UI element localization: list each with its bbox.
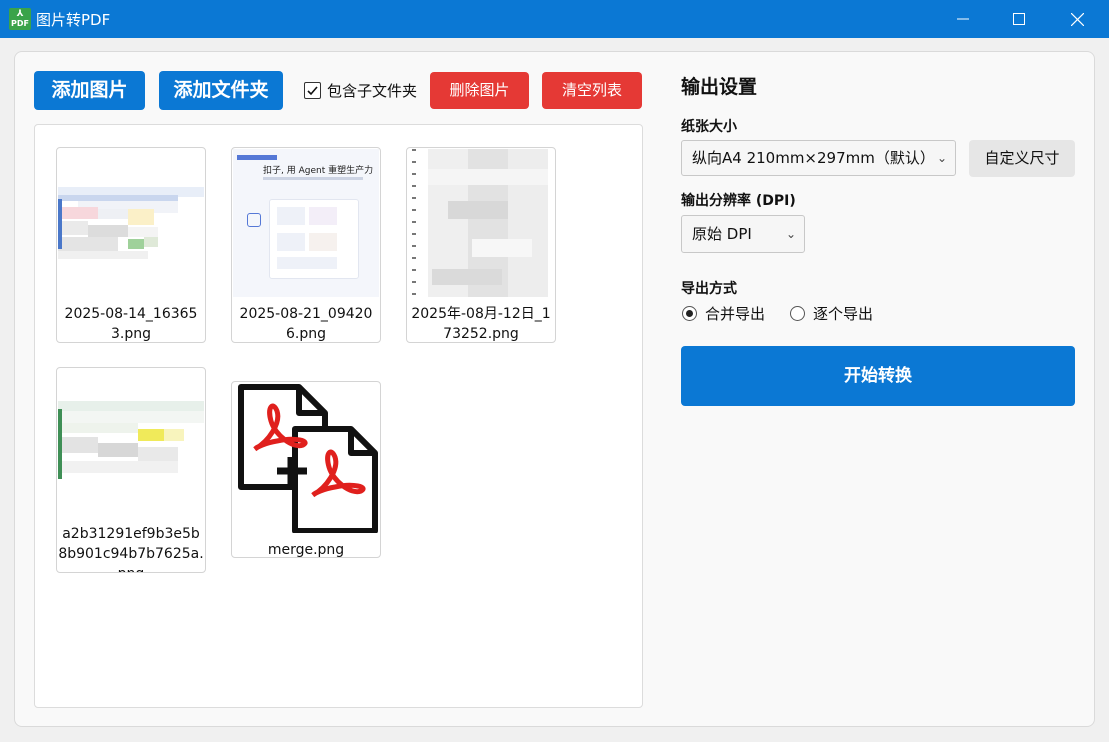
maximize-icon	[1013, 13, 1025, 25]
close-icon	[1070, 12, 1084, 26]
image-file-name: 2025-08-14_163653.png	[64, 306, 198, 342]
add-images-button[interactable]: 添加图片	[34, 71, 145, 110]
include-subfolders-label: 包含子文件夹	[327, 82, 418, 100]
start-convert-button[interactable]: 开始转换	[681, 346, 1075, 406]
add-folder-button[interactable]: 添加文件夹	[159, 71, 283, 110]
image-item[interactable]: 2025-08-14_163653.png	[56, 147, 206, 343]
chevron-down-icon: ⌄	[785, 227, 796, 241]
dpi-select[interactable]: 原始 DPI ⌄	[681, 215, 805, 253]
app-pdf-icon: ⅄ PDF	[9, 8, 31, 30]
title-bar: ⅄ PDF 图片转PDF	[0, 0, 1109, 38]
clear-list-button[interactable]: 清空列表	[542, 72, 642, 109]
image-item[interactable]: 扣子, 用 Agent 重塑生产力 2025-08-21_094206.png	[231, 147, 381, 343]
output-settings-title: 输出设置	[681, 76, 758, 98]
merge-pdf-icon	[238, 384, 378, 533]
window-title: 图片转PDF	[36, 11, 111, 29]
image-thumbnail	[58, 149, 204, 297]
paper-size-value: 纵向A4 210mm×297mm（默认）	[692, 149, 935, 167]
export-each-radio[interactable]: 逐个导出	[790, 303, 873, 324]
image-item[interactable]: 2025年-08月-12日_173252.png	[406, 147, 556, 343]
image-list-panel[interactable]: 2025-08-14_163653.png 扣子, 用 Agent 重塑生产力 …	[34, 124, 643, 708]
image-thumbnail	[233, 383, 379, 533]
maximize-button[interactable]	[996, 0, 1042, 38]
export-mode-label: 导出方式	[681, 281, 737, 297]
image-thumbnail	[58, 369, 204, 517]
image-item[interactable]: merge.png	[231, 381, 381, 558]
checkbox-box[interactable]	[304, 82, 321, 99]
paper-size-select[interactable]: 纵向A4 210mm×297mm（默认） ⌄	[681, 140, 956, 176]
image-thumbnail	[408, 149, 554, 297]
export-merge-radio[interactable]: 合并导出	[682, 303, 765, 324]
image-file-name: merge.png	[267, 542, 345, 558]
minimize-icon	[957, 18, 969, 20]
checkmark-icon	[307, 86, 318, 96]
image-file-name: a2b31291ef9b3e5b8b901c94b7b7625a.png	[58, 526, 204, 572]
include-subfolders-checkbox[interactable]: 包含子文件夹	[304, 80, 417, 101]
radio-button[interactable]	[790, 306, 805, 321]
minimize-button[interactable]	[940, 0, 986, 38]
delete-images-button[interactable]: 删除图片	[430, 72, 529, 109]
paper-size-label: 纸张大小	[681, 119, 737, 135]
radio-button[interactable]	[682, 306, 697, 321]
dpi-value: 原始 DPI	[692, 225, 752, 243]
thumbnail-heading: 扣子, 用 Agent 重塑生产力	[263, 166, 374, 176]
close-button[interactable]	[1054, 0, 1100, 38]
custom-size-button[interactable]: 自定义尺寸	[969, 140, 1075, 177]
chevron-down-icon: ⌄	[936, 151, 947, 165]
dpi-label: 输出分辨率 (DPI)	[681, 193, 796, 209]
image-file-name: 2025-08-21_094206.png	[239, 306, 373, 342]
radio-label: 合并导出	[705, 305, 766, 323]
image-thumbnail: 扣子, 用 Agent 重塑生产力	[233, 149, 379, 297]
image-file-name: 2025年-08月-12日_173252.png	[411, 306, 551, 342]
image-item[interactable]: a2b31291ef9b3e5b8b901c94b7b7625a.png	[56, 367, 206, 573]
radio-label: 逐个导出	[813, 305, 874, 323]
